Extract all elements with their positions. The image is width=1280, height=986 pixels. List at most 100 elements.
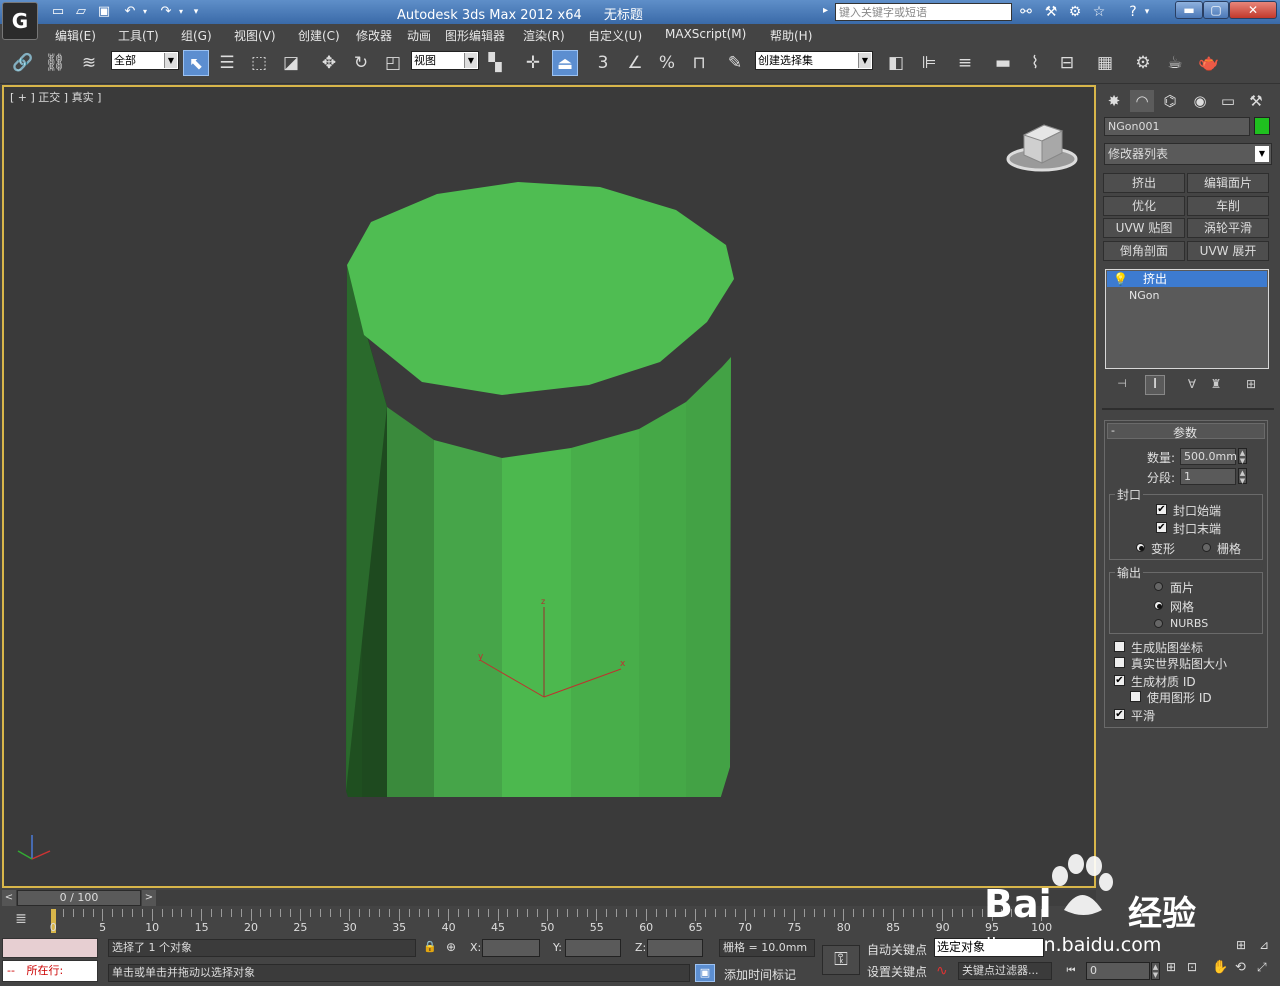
snaps-toggle-icon[interactable]: 3 <box>590 50 616 76</box>
track-bar-menu-icon[interactable]: ≣ <box>10 911 32 929</box>
viewport-label[interactable]: [ + ] 正交 ] 真实 ] <box>10 89 101 105</box>
selection-filter-dropdown[interactable]: 全部 ▼ <box>111 51 179 70</box>
spinner-snap-icon[interactable]: ⊓ <box>686 50 712 76</box>
align-icon[interactable]: ⊫ <box>916 50 942 76</box>
app-logo-icon[interactable]: G <box>2 2 38 40</box>
set-key-button[interactable]: 设置关键点 <box>867 963 927 980</box>
angle-snap-icon[interactable]: ∠ <box>622 50 648 76</box>
menu-views[interactable]: 视图(V) <box>234 27 276 44</box>
modify-tab-icon[interactable]: ◠ <box>1130 90 1154 112</box>
maxscript-listener-mini[interactable] <box>2 938 98 958</box>
menu-rendering[interactable]: 渲染(R) <box>523 27 565 44</box>
rendered-frame-window-icon[interactable]: ☕ <box>1162 50 1188 76</box>
reference-coordinate-dropdown[interactable]: 视图 ▼ <box>411 51 479 70</box>
show-end-result-icon[interactable]: Ⅰ <box>1145 375 1165 395</box>
set-key-big-icon[interactable]: ⚿ <box>822 945 860 975</box>
object-name-field[interactable]: NGon001 <box>1104 117 1250 136</box>
segments-spinner-icon[interactable]: ▲ ▼ <box>1238 468 1247 485</box>
amount-spinner-icon[interactable]: ▲ ▼ <box>1238 448 1247 465</box>
modifier-list-dropdown[interactable]: 修改器列表 ▼ <box>1104 143 1272 165</box>
pan-view-icon[interactable]: ✋ <box>1212 960 1230 978</box>
modifier-button-extrude[interactable]: 挤出 <box>1103 173 1185 193</box>
named-selection-dropdown[interactable]: 创建选择集 ▼ <box>755 51 873 70</box>
open-file-icon[interactable]: ▱ <box>71 3 91 21</box>
nurbs-radio[interactable] <box>1154 619 1163 628</box>
favorites-star-icon[interactable]: ☆ <box>1088 3 1110 21</box>
stack-item-ngon[interactable]: NGon <box>1107 288 1267 304</box>
select-object-icon[interactable]: ⬉ <box>183 50 209 76</box>
smooth-checkbox[interactable]: ✔ <box>1114 709 1125 720</box>
hierarchy-tab-icon[interactable]: ⌬ <box>1158 90 1182 112</box>
isolate-selection-icon[interactable]: ▣ <box>695 964 715 982</box>
ngon-extrude-object[interactable]: z y x <box>334 177 754 797</box>
stack-item-extrude[interactable]: 💡 挤出 <box>1107 271 1267 287</box>
minimize-button[interactable]: ▬ <box>1175 1 1203 19</box>
remove-modifier-icon[interactable]: ♜ <box>1208 377 1224 393</box>
menu-customize[interactable]: 自定义(U) <box>588 27 642 44</box>
menu-edit[interactable]: 编辑(E) <box>55 27 96 44</box>
real-world-checkbox[interactable] <box>1114 657 1125 668</box>
search-input[interactable]: 键入关键字或短语 <box>835 3 1012 21</box>
time-slider-thumb[interactable]: 0 / 100 <box>17 890 141 906</box>
help-dropdown-icon[interactable]: ▾ <box>1142 3 1152 21</box>
edit-named-selection-icon[interactable]: ✎ <box>722 50 748 76</box>
unlink-icon[interactable]: ⛓ <box>42 50 68 76</box>
move-icon[interactable]: ✥ <box>316 50 342 76</box>
menu-graph-editors[interactable]: 图形编辑器 <box>445 27 505 44</box>
curve-editor-icon[interactable]: ⌇ <box>1022 50 1048 76</box>
modifier-button-uvw-map[interactable]: UVW 贴图 <box>1103 218 1185 238</box>
segments-input[interactable]: 1 <box>1180 468 1236 485</box>
keyboard-shortcut-override-icon[interactable]: ⏏ <box>552 50 578 76</box>
absolute-mode-icon[interactable]: ⊕ <box>446 940 462 956</box>
render-production-icon[interactable]: 🫖 <box>1196 50 1222 76</box>
mesh-radio[interactable] <box>1154 601 1163 610</box>
undo-dropdown-icon[interactable]: ▾ <box>140 3 150 21</box>
morph-radio[interactable] <box>1136 543 1145 552</box>
menu-modifiers[interactable]: 修改器 <box>356 27 392 44</box>
subscription-icon[interactable]: ⚒ <box>1040 3 1062 21</box>
rotate-icon[interactable]: ↻ <box>348 50 374 76</box>
modifier-button-bevel-profile[interactable]: 倒角剖面 <box>1103 241 1185 261</box>
key-curve-icon[interactable]: ∿ <box>936 963 956 981</box>
create-tab-icon[interactable]: ✸ <box>1102 90 1126 112</box>
binoculars-icon[interactable]: ⚯ <box>1015 3 1037 21</box>
pin-stack-icon[interactable]: ⊣ <box>1114 377 1130 393</box>
menu-maxscript[interactable]: MAXScript(M) <box>665 27 746 41</box>
y-coordinate-input[interactable] <box>565 939 621 957</box>
menu-help[interactable]: 帮助(H) <box>770 27 812 44</box>
select-by-name-icon[interactable]: ☰ <box>214 50 240 76</box>
menu-animation[interactable]: 动画 <box>407 27 431 44</box>
menu-tools[interactable]: 工具(T) <box>118 27 159 44</box>
scale-icon[interactable]: ◰ <box>380 50 406 76</box>
make-unique-icon[interactable]: ∀ <box>1184 377 1200 393</box>
configure-modifier-sets-icon[interactable]: ⊞ <box>1242 377 1260 393</box>
percent-snap-icon[interactable]: % <box>654 50 680 76</box>
render-setup-icon[interactable]: ⚙ <box>1130 50 1156 76</box>
material-editor-icon[interactable]: ▦ <box>1092 50 1118 76</box>
maximize-button[interactable]: ▢ <box>1203 1 1229 19</box>
redo-icon[interactable]: ↷ <box>156 3 176 21</box>
use-shape-id-checkbox[interactable] <box>1130 691 1141 702</box>
layer-manager-icon[interactable]: ≡ <box>952 50 978 76</box>
field-of-view-icon[interactable]: ⊿ <box>1259 938 1277 956</box>
help-icon[interactable]: ? <box>1122 3 1144 21</box>
maximize-viewport-icon[interactable]: ⤢ <box>1257 960 1275 978</box>
selection-lock-icon[interactable]: 🔒 <box>423 940 437 956</box>
cap-end-checkbox[interactable]: ✔ <box>1156 522 1167 533</box>
communication-center-icon[interactable]: ⚙ <box>1064 3 1086 21</box>
modifier-button-lathe[interactable]: 车削 <box>1187 196 1269 216</box>
menu-create[interactable]: 创建(C) <box>298 27 340 44</box>
time-prev-icon[interactable]: < <box>2 890 16 906</box>
viewport-perspective[interactable]: [ + ] 正交 ] 真实 ] z y x <box>2 85 1096 888</box>
maxscript-mini-line[interactable]: -- 所在行: <box>2 960 98 982</box>
link-icon[interactable]: 🔗 <box>10 50 36 76</box>
time-next-icon[interactable]: > <box>142 890 156 906</box>
motion-tab-icon[interactable]: ◉ <box>1188 90 1212 112</box>
redo-dropdown-icon[interactable]: ▾ <box>176 3 186 21</box>
x-coordinate-input[interactable] <box>482 939 540 957</box>
lightbulb-icon[interactable]: 💡 <box>1113 271 1128 287</box>
menu-group[interactable]: 组(G) <box>181 27 212 44</box>
display-tab-icon[interactable]: ▭ <box>1216 90 1240 112</box>
viewcube-icon[interactable] <box>1004 117 1084 177</box>
select-manipulate-icon[interactable]: ✛ <box>520 50 546 76</box>
